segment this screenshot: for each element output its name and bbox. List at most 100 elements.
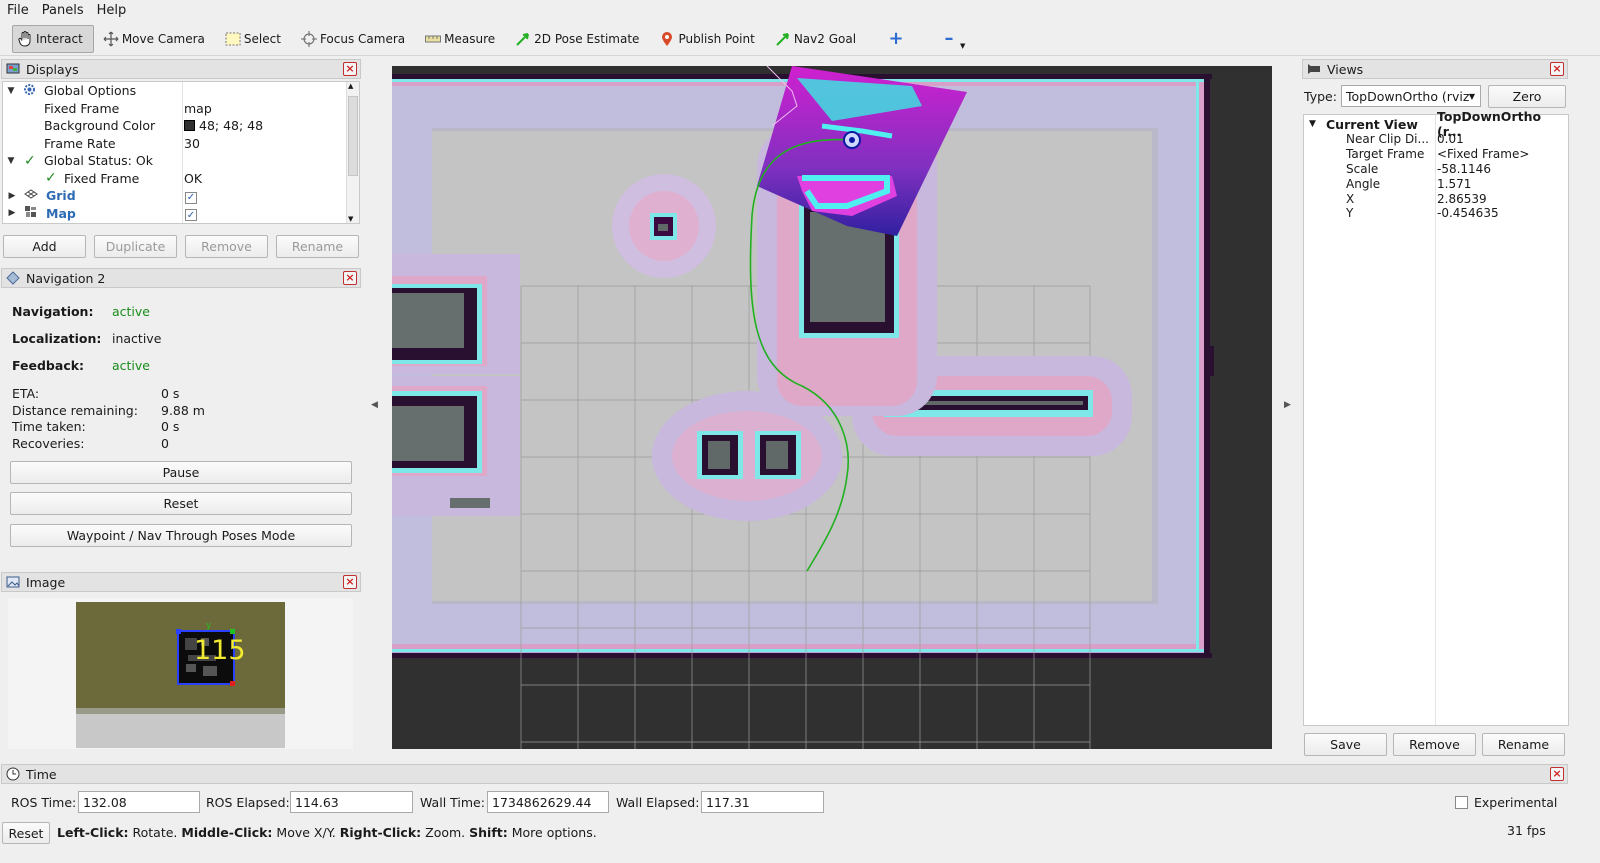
background-color-value[interactable]: 48; 48; 48	[184, 118, 263, 133]
zero-button[interactable]: Zero	[1488, 85, 1566, 108]
ros-time-field[interactable]: 132.08	[78, 791, 200, 813]
tree-row-global-status[interactable]: ▼ ✓ Global Status: Ok	[3, 152, 348, 170]
global-options-label: Global Options	[44, 83, 137, 99]
tree-row-map[interactable]: ▶ Map ✓	[3, 205, 348, 223]
grid-label: Grid	[46, 188, 76, 204]
tree-row-global-options[interactable]: ▼ Global Options	[3, 82, 348, 100]
collapse-right-icon[interactable]: ▶	[1284, 400, 1291, 410]
close-icon[interactable]: ×	[1550, 62, 1564, 76]
frame-rate-label: Frame Rate	[44, 135, 116, 151]
duplicate-display-button[interactable]: Duplicate	[94, 235, 177, 258]
select-box-icon	[225, 31, 241, 47]
remove-view-button[interactable]: Remove	[1393, 733, 1476, 756]
scroll-down-icon[interactable]: ▼	[348, 215, 353, 223]
view-prop-value[interactable]: 1.571	[1437, 176, 1471, 191]
focus-camera-label: Focus Camera	[319, 31, 406, 46]
time-panel-header: Time ×	[1, 764, 1568, 784]
select-tool-button[interactable]: Select	[220, 25, 292, 53]
tree-row-grid[interactable]: ▶ Grid ✓	[3, 187, 348, 205]
collapse-arrow-icon[interactable]: ▼	[6, 86, 16, 96]
displays-title: Displays	[26, 61, 79, 77]
waypoint-mode-button[interactable]: Waypoint / Nav Through Poses Mode	[10, 524, 352, 547]
experimental-label: Experimental	[1474, 795, 1558, 810]
tree-row-status-fixed-frame[interactable]: ✓ Fixed Frame OK	[3, 170, 348, 188]
view-prop-value[interactable]: 0.01	[1437, 132, 1464, 147]
view-prop-value[interactable]: -58.1146	[1437, 162, 1491, 177]
tree-row-fixed-frame[interactable]: Fixed Frame map	[3, 100, 348, 118]
background-color-label: Background Color	[44, 118, 156, 134]
menu-panels[interactable]: Panels	[35, 3, 90, 18]
close-icon[interactable]: ×	[343, 271, 357, 285]
collapse-arrow-icon[interactable]: ▼	[6, 156, 16, 166]
publish-point-tool-button[interactable]: Publish Point	[654, 25, 765, 53]
status-reset-button[interactable]: Reset	[2, 822, 50, 844]
tree-row-background-color[interactable]: Background Color 48; 48; 48	[3, 117, 348, 135]
expand-arrow-icon[interactable]: ▶	[7, 208, 17, 218]
close-icon[interactable]: ×	[343, 62, 357, 76]
pause-button[interactable]: Pause	[10, 461, 352, 484]
view-prop-value[interactable]: <Fixed Frame>	[1437, 147, 1529, 162]
close-icon[interactable]: ×	[1550, 767, 1564, 781]
collapse-arrow-icon[interactable]: ▼	[1309, 117, 1316, 132]
map-checkbox[interactable]: ✓	[185, 206, 197, 221]
view-prop-label: Near Clip Di...	[1346, 132, 1429, 147]
camera-icon	[1308, 64, 1320, 74]
time-title: Time	[26, 766, 57, 782]
checkmark-icon: ✓	[24, 152, 36, 169]
move-camera-tool-button[interactable]: Move Camera	[98, 25, 216, 53]
reset-button[interactable]: Reset	[10, 492, 352, 515]
focus-camera-tool-button[interactable]: Focus Camera	[296, 25, 416, 53]
hand-cursor-icon	[17, 30, 33, 47]
localization-status-value: inactive	[112, 331, 162, 346]
collapse-left-icon[interactable]: ◀	[371, 400, 378, 410]
rename-view-button[interactable]: Rename	[1482, 733, 1565, 756]
frame-rate-value[interactable]: 30	[184, 136, 200, 151]
menu-bar: File Panels Help	[0, 0, 1600, 20]
current-view-value: TopDownOrtho (r...	[1437, 109, 1542, 140]
remove-display-button[interactable]: Remove	[185, 235, 268, 258]
add-tool-button[interactable]: +	[883, 25, 918, 53]
scroll-thumb[interactable]	[348, 96, 358, 176]
interact-tool-button[interactable]: Interact	[12, 24, 94, 53]
wall-elapsed-field[interactable]: 117.31	[701, 791, 824, 813]
view-prop-value[interactable]: 2.86539	[1437, 191, 1487, 206]
3d-viewport[interactable]	[392, 66, 1272, 749]
monitor-icon	[6, 63, 20, 74]
pose-estimate-tool-button[interactable]: 2D Pose Estimate	[510, 25, 650, 53]
tree-row-frame-rate[interactable]: Frame Rate 30	[3, 135, 348, 153]
grid-checkbox[interactable]: ✓	[185, 188, 197, 204]
select-label: Select	[243, 31, 281, 46]
displays-panel-header: Displays ×	[1, 59, 361, 79]
right-click-key: Right-Click:	[339, 825, 422, 840]
current-view-label[interactable]: Current View	[1326, 117, 1418, 132]
dropdown-arrow-icon: ▼	[1468, 91, 1475, 101]
distance-remaining-label: Distance remaining:	[12, 403, 138, 418]
green-arrow-icon	[775, 31, 791, 47]
camera-image: y 115	[76, 602, 285, 748]
ros-elapsed-field[interactable]: 114.63	[290, 791, 413, 813]
displays-tree: ▼ Global Options Fixed Frame map Backgro…	[2, 81, 360, 224]
views-tree: ▼ Current View TopDownOrtho (r... Near C…	[1303, 109, 1569, 726]
remove-tool-button[interactable]: – ▼	[936, 25, 976, 53]
menu-help[interactable]: Help	[90, 3, 133, 18]
gear-icon	[23, 83, 36, 99]
menu-file[interactable]: File	[0, 3, 35, 18]
nav2-goal-tool-button[interactable]: Nav2 Goal	[770, 25, 867, 53]
wall-time-field[interactable]: 1734862629.44	[487, 791, 609, 813]
view-type-select[interactable]: TopDownOrtho (rviz ▼	[1341, 85, 1481, 107]
tree-scrollbar[interactable]: ▲ ▼	[346, 82, 359, 223]
experimental-checkbox[interactable]	[1455, 796, 1468, 809]
view-prop-value[interactable]: -0.454635	[1437, 206, 1499, 221]
move-camera-label: Move Camera	[121, 31, 205, 46]
measure-tool-button[interactable]: Measure	[420, 25, 506, 53]
fixed-frame-value[interactable]: map	[184, 101, 212, 116]
image-view: y 115	[8, 598, 353, 749]
scroll-up-icon[interactable]: ▲	[348, 82, 353, 90]
rename-display-button[interactable]: Rename	[276, 235, 359, 258]
expand-arrow-icon[interactable]: ▶	[7, 191, 17, 201]
status-fixed-frame-value: OK	[184, 170, 203, 186]
left-click-desc: Rotate.	[132, 825, 178, 840]
add-display-button[interactable]: Add	[3, 235, 86, 258]
close-icon[interactable]: ×	[343, 575, 357, 589]
save-view-button[interactable]: Save	[1304, 733, 1387, 756]
